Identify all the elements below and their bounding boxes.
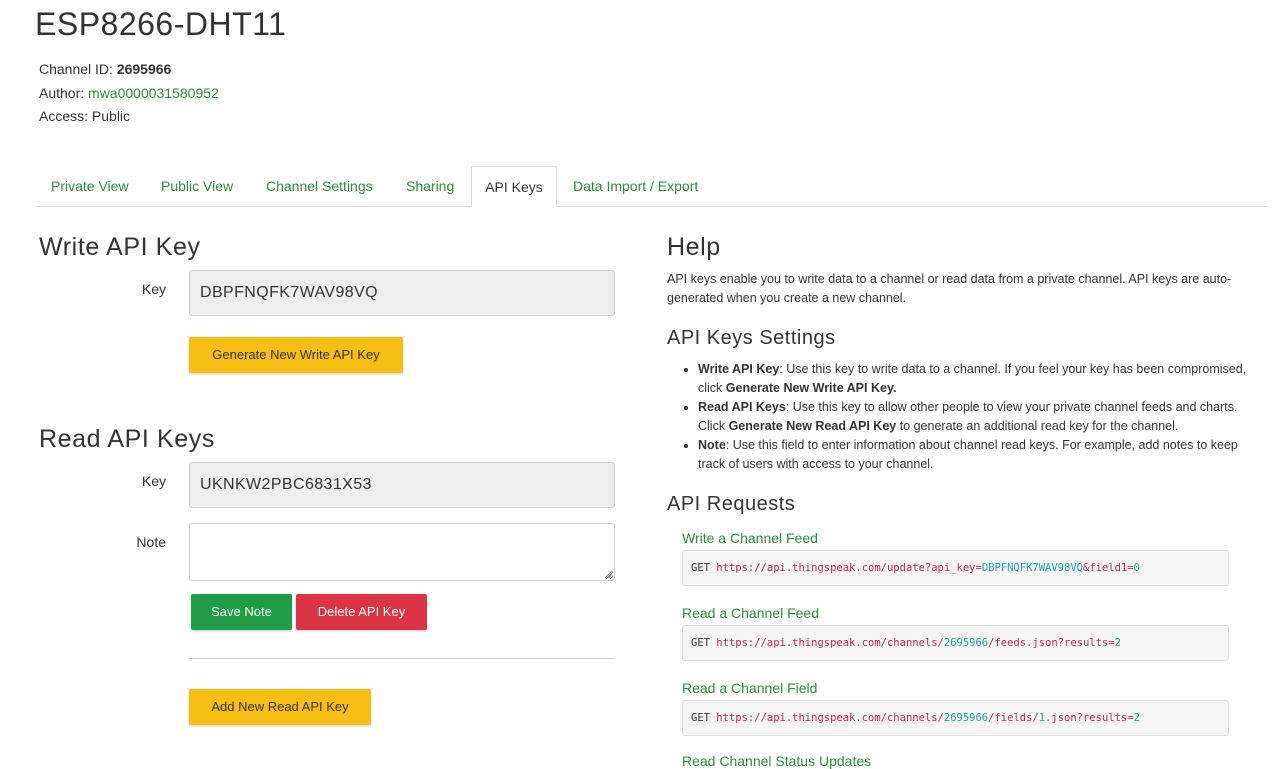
- tab-channel-settings[interactable]: Channel Settings: [266, 166, 373, 206]
- url-value: 2695966: [943, 637, 989, 649]
- channel-id-value: 2695966: [116, 61, 172, 77]
- url-value: 2: [1114, 637, 1121, 649]
- write-api-key-heading: Write API Key: [39, 233, 201, 261]
- tab-public-view[interactable]: Public View: [161, 166, 233, 206]
- request-title-status-updates[interactable]: Read Channel Status Updates: [682, 753, 871, 769]
- url-value: DBPFNQFK7WAV98VQ: [981, 562, 1083, 574]
- request-title-write-feed[interactable]: Write a Channel Feed: [682, 530, 818, 546]
- url-part: https://api.thingspeak.com/update?api_ke…: [716, 562, 982, 574]
- request-code-read-feed[interactable]: GET https://api.thingspeak.com/channels/…: [682, 625, 1229, 661]
- generate-write-key-button[interactable]: Generate New Write API Key: [189, 337, 403, 373]
- list-item: Note: Use this field to enter informatio…: [698, 436, 1263, 474]
- read-api-key-field[interactable]: UKNKW2PBC6831X53: [189, 462, 615, 508]
- access-row: Access: Public: [39, 108, 130, 124]
- bullet-strong: Generate New Read API Key: [728, 419, 897, 433]
- tab-api-keys[interactable]: API Keys: [471, 166, 557, 207]
- add-read-key-button[interactable]: Add New Read API Key: [189, 689, 371, 725]
- channel-id-row: Channel ID: 2695966: [39, 61, 171, 77]
- help-paragraph: API keys enable you to write data to a c…: [667, 272, 1232, 305]
- page-title: ESP8266-DHT11: [35, 6, 287, 42]
- section-divider: [189, 658, 615, 659]
- url-value: 0: [1133, 562, 1140, 574]
- request-title-read-field[interactable]: Read a Channel Field: [682, 680, 817, 696]
- access-label: Access:: [39, 108, 89, 124]
- url-value: 2695966: [943, 712, 989, 724]
- write-api-key-field[interactable]: DBPFNQFK7WAV98VQ: [189, 270, 615, 316]
- access-value: Public: [91, 108, 131, 124]
- write-key-label: Key: [141, 281, 166, 297]
- delete-api-key-button[interactable]: Delete API Key: [296, 594, 427, 630]
- list-item: Read API Keys: Use this key to allow oth…: [698, 398, 1263, 436]
- bullet-term: Write API Key: [698, 362, 780, 376]
- url-value: 2: [1133, 712, 1140, 724]
- note-label: Note: [136, 534, 166, 550]
- bullet-term: Note: [698, 438, 726, 452]
- url-part: /fields/: [988, 712, 1039, 724]
- request-code-read-field[interactable]: GET https://api.thingspeak.com/channels/…: [682, 700, 1229, 736]
- resize-grip-icon[interactable]: [604, 570, 613, 579]
- http-method: GET: [691, 637, 710, 649]
- read-api-keys-heading: Read API Keys: [39, 425, 215, 453]
- request-title-read-feed[interactable]: Read a Channel Feed: [682, 605, 819, 621]
- list-item: Write API Key: Use this key to write dat…: [698, 360, 1263, 398]
- url-part: /feeds.json?results=: [988, 637, 1115, 649]
- note-textarea[interactable]: [189, 523, 615, 581]
- url-part: https://api.thingspeak.com/channels/: [716, 637, 944, 649]
- api-keys-settings-heading: API Keys Settings: [667, 327, 836, 349]
- http-method: GET: [691, 712, 710, 724]
- request-code-write-feed[interactable]: GET https://api.thingspeak.com/update?ap…: [682, 550, 1229, 586]
- channel-tabs: Private View Public View Channel Setting…: [35, 166, 1267, 207]
- bullet-term: Read API Keys: [698, 400, 786, 414]
- help-heading: Help: [667, 233, 721, 261]
- url-part: .json?results=: [1045, 712, 1134, 724]
- author-row: Author: mwa0000031580952: [39, 85, 219, 101]
- channel-id-label: Channel ID:: [39, 61, 113, 77]
- api-requests-heading: API Requests: [667, 493, 796, 515]
- tab-private-view[interactable]: Private View: [51, 166, 129, 206]
- bullet-text: to generate an additional read key for t…: [896, 419, 1179, 433]
- http-method: GET: [691, 562, 710, 574]
- bullet-text: : Use this field to enter information ab…: [698, 438, 1238, 471]
- read-key-label: Key: [141, 473, 166, 489]
- tab-data-import-export[interactable]: Data Import / Export: [573, 166, 698, 206]
- settings-list: Write API Key: Use this key to write dat…: [680, 360, 1263, 474]
- bullet-strong: Generate New Write API Key.: [725, 381, 897, 395]
- author-label: Author:: [39, 85, 85, 101]
- url-part: https://api.thingspeak.com/channels/: [716, 712, 944, 724]
- url-part: &field1=: [1082, 562, 1134, 574]
- author-link[interactable]: mwa0000031580952: [88, 85, 219, 101]
- save-note-button[interactable]: Save Note: [191, 594, 292, 630]
- tab-sharing[interactable]: Sharing: [406, 166, 454, 206]
